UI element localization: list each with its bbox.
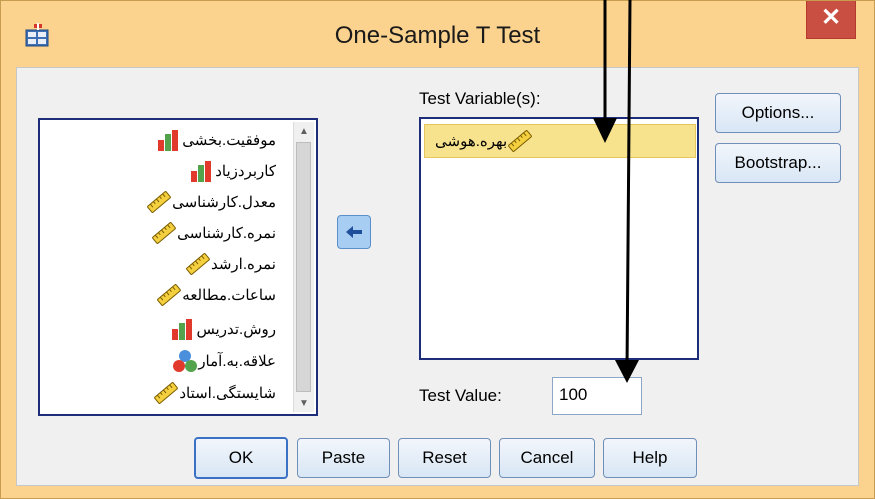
one-sample-t-test-dialog: One-Sample T Test ✕ موفقیت.بخشی کاربردزی… [0,0,875,499]
dialog-title: One-Sample T Test [334,22,541,49]
list-item[interactable]: روش.تدریس [170,314,282,344]
variable-label: نمره.کارشناسی [177,225,276,242]
list-item[interactable]: معدل.کارشناسی [146,187,282,217]
list-item[interactable]: علاقه.به.آمار [172,346,282,376]
variable-label: معدل.کارشناسی [172,194,276,211]
source-variable-list[interactable]: موفقیت.بخشی کاربردزیاد معدل.کارشناسی نمر… [38,118,318,416]
test-variable-list[interactable]: بهره.هوشی [419,117,699,360]
variable-label: ساعات.مطالعه [182,287,276,304]
scale-ruler-icon [154,382,179,404]
cancel-button[interactable]: Cancel [499,438,595,478]
test-variables-label: Test Variable(s): [419,89,541,108]
list-item[interactable]: نمره.ارشد [185,249,282,279]
paste-button[interactable]: Paste [297,438,390,478]
scroll-thumb[interactable] [296,142,311,392]
arrow-left-icon [346,226,362,238]
list-item[interactable]: کاربردزیاد [189,156,282,186]
scale-ruler-icon [157,284,182,306]
scroll-up-icon[interactable]: ▲ [294,122,314,140]
scale-ruler-icon [152,222,177,244]
scale-ruler-icon [147,191,171,213]
test-value-label: Test Value: [419,386,502,405]
nominal-bar-icon [172,319,193,340]
variable-label: بهره.هوشی [435,133,508,150]
list-item[interactable]: موفقیت.بخشی [156,125,282,155]
variable-label: علاقه.به.آمار [198,353,276,370]
title-bar: One-Sample T Test ✕ [1,1,874,65]
list-item[interactable]: ساعات.مطالعه [156,280,282,310]
ok-button[interactable]: OK [194,437,288,479]
list-item[interactable]: نمره.کارشناسی [151,218,282,248]
options-button[interactable]: Options... [715,93,841,133]
help-button[interactable]: Help [603,438,697,478]
variable-label: موفقیت.بخشی [182,132,276,149]
test-value-input[interactable]: 100 [552,377,642,415]
variable-label: نمره.ارشد [210,256,276,273]
scroll-down-icon[interactable]: ▼ [294,394,314,412]
variable-label: روش.تدریس [196,321,276,338]
variable-label: شایستگی.استاد [179,385,276,402]
move-variable-button[interactable] [337,215,371,249]
variable-label: کاربردزیاد [215,163,276,180]
list-item[interactable]: بهره.هوشی [424,124,696,158]
scale-ruler-icon [508,130,532,152]
reset-button[interactable]: Reset [398,438,491,478]
nominal-bar-icon [158,130,179,151]
bootstrap-button[interactable]: Bootstrap... [715,143,841,183]
ordinal-circles-icon [173,350,198,372]
vertical-scrollbar[interactable]: ▲ ▼ [293,122,314,412]
close-button[interactable]: ✕ [806,1,856,39]
nominal-bar-icon [191,161,212,182]
list-item[interactable]: شایستگی.استاد [153,378,282,408]
scale-ruler-icon [186,253,210,275]
dialog-body: موفقیت.بخشی کاربردزیاد معدل.کارشناسی نمر… [16,67,859,486]
